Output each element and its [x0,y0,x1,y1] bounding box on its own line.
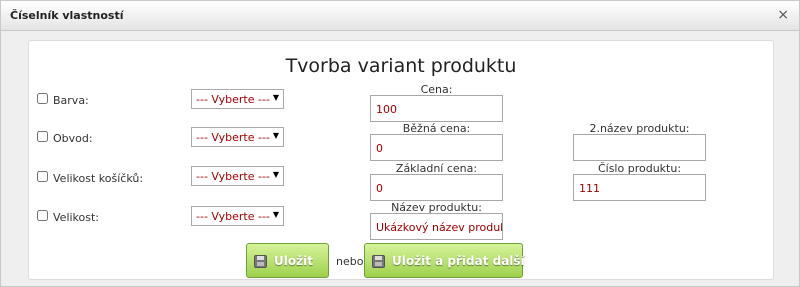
chevron-down-icon: ▼ [272,93,279,102]
property-checkbox-obvod[interactable] [37,131,48,142]
property-select-obvod[interactable]: --- Vyberte --- ▼ [191,127,284,147]
nazev2-input[interactable] [573,134,706,161]
dialog: Číselník vlastností × Tvorba variant pro… [0,0,800,287]
floppy-disk-icon [372,255,385,268]
bezna-cena-input[interactable]: 0 [370,134,503,161]
page-title: Tvorba variant produktu [285,55,517,77]
property-label-velikost: Velikost: [53,211,100,224]
property-select-velikost[interactable]: --- Vyberte --- ▼ [191,206,284,226]
cislo-produktu-input[interactable]: 111 [573,174,706,201]
dialog-title: Číselník vlastností [10,9,124,22]
property-checkbox-velikost[interactable] [37,210,48,221]
property-checkbox-velikost-kosicku[interactable] [37,171,48,182]
nazev-produktu-input[interactable]: Ukázkový název produk [370,213,503,240]
property-label-obvod: Obvod: [53,132,93,145]
save-button-label: Uložit [274,254,313,268]
form-panel: Tvorba variant produktu Barva: --- Vyber… [28,40,774,280]
property-label-barva: Barva: [53,94,89,107]
save-button[interactable]: Uložit [246,243,329,278]
zakladni-cena-input[interactable]: 0 [370,174,503,201]
select-value: --- Vyberte --- [196,170,270,183]
save-and-add-button-label: Uložit a přidat další [392,254,525,268]
dialog-titlebar: Číselník vlastností × [1,1,799,31]
chevron-down-icon: ▼ [272,210,279,219]
property-select-barva[interactable]: --- Vyberte --- ▼ [191,89,284,109]
chevron-down-icon: ▼ [272,170,279,179]
close-icon[interactable]: × [777,7,789,23]
or-label: nebo [336,255,364,268]
property-label-velikost-kosicku: Velikost košíčků: [53,172,144,185]
select-value: --- Vyberte --- [196,210,270,223]
chevron-down-icon: ▼ [272,131,279,140]
floppy-disk-icon [254,255,267,268]
save-and-add-button[interactable]: Uložit a přidat další [364,243,525,278]
select-value: --- Vyberte --- [196,131,270,144]
cena-input[interactable]: 100 [370,95,503,122]
property-select-velikost-kosicku[interactable]: --- Vyberte --- ▼ [191,166,284,186]
select-value: --- Vyberte --- [196,93,270,106]
property-checkbox-barva[interactable] [37,93,48,104]
